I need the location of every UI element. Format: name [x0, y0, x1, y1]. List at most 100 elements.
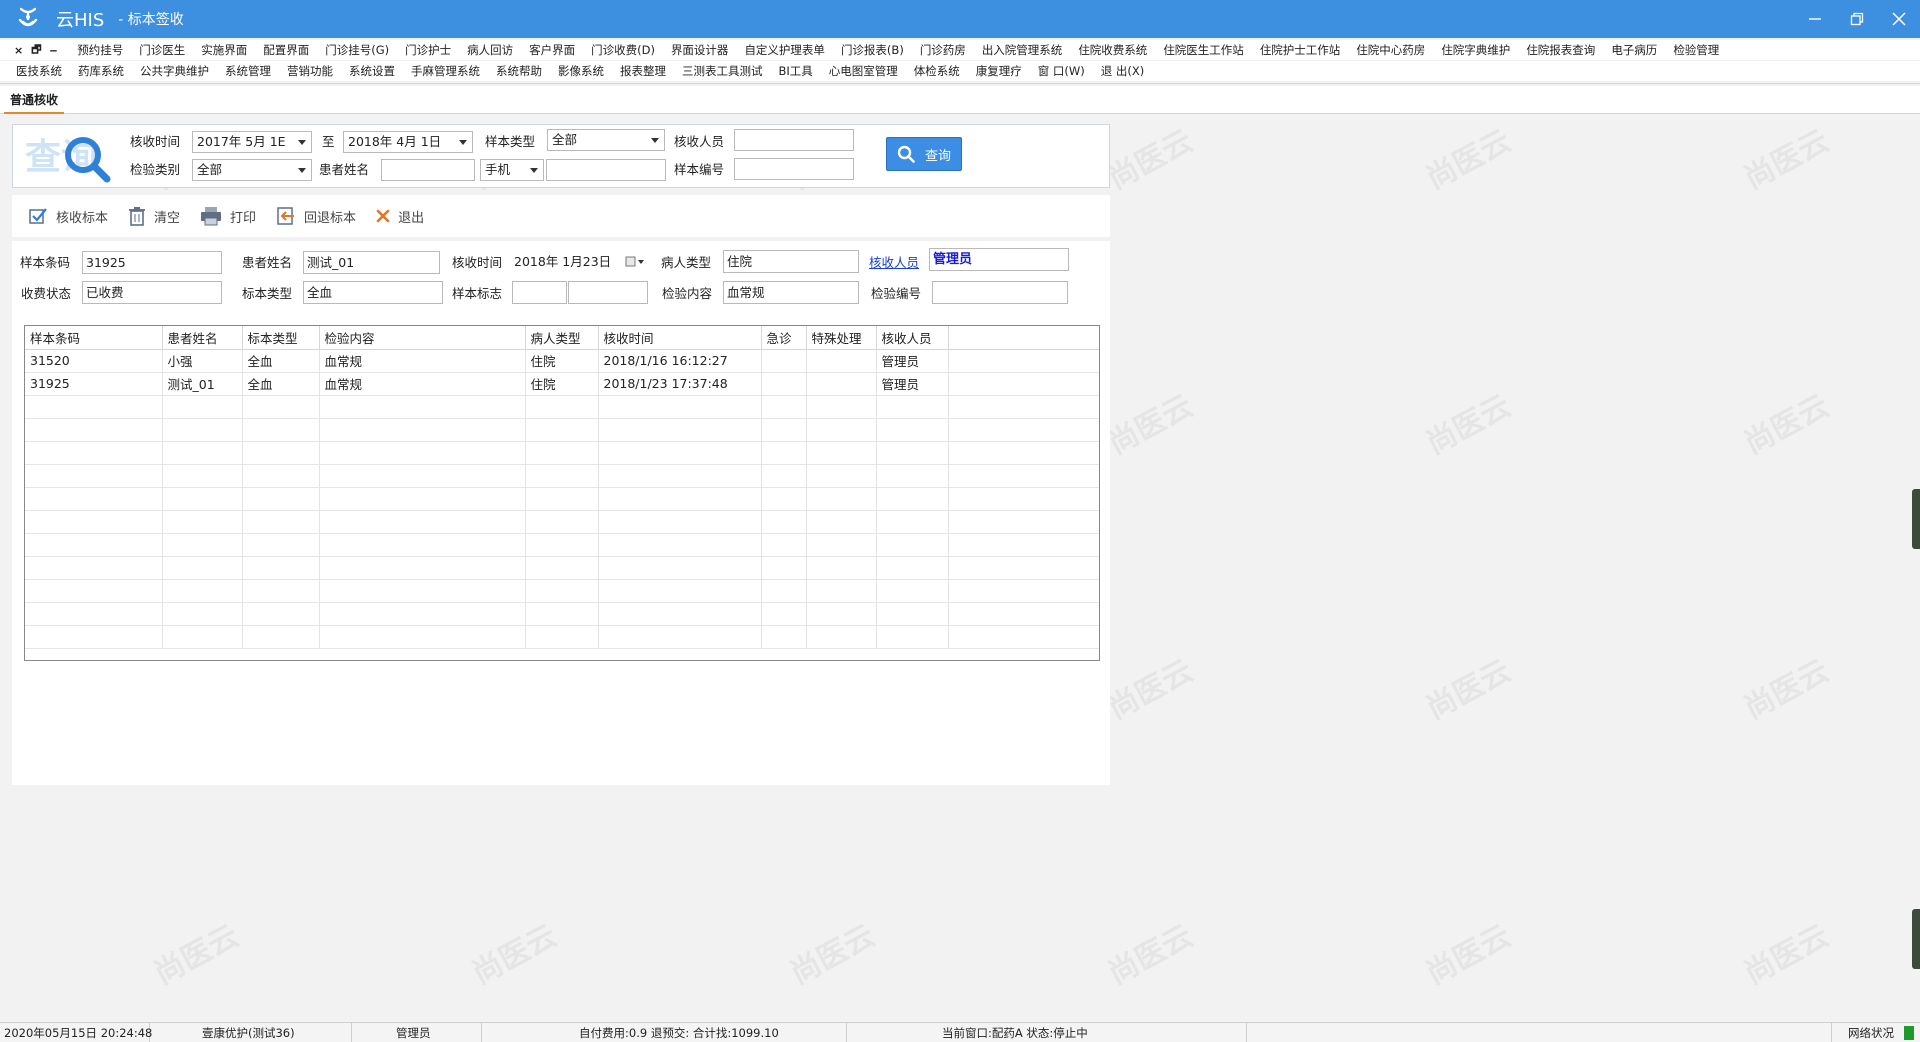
mdi-restore-button[interactable]: 🗗 [27, 41, 45, 60]
sample-flag-input-2[interactable] [568, 281, 648, 304]
return-sample-button[interactable]: 回退标本 [276, 206, 356, 226]
menu-item[interactable]: 病人回访 [459, 40, 521, 60]
menu-item[interactable]: 住院收费系统 [1070, 40, 1155, 60]
menu-item[interactable]: 住院字典维护 [1433, 40, 1518, 60]
restore-button[interactable] [1836, 0, 1878, 38]
date-from-picker[interactable]: 2017年 5月 1E [192, 131, 312, 153]
menu-item[interactable]: 配置界面 [255, 40, 317, 60]
menu-item[interactable]: 检验管理 [1665, 40, 1727, 60]
test-content-input[interactable]: 血常规 [723, 281, 859, 304]
menu-item[interactable]: 门诊护士 [397, 40, 459, 60]
sample-grid[interactable]: 样本条码 患者姓名 标本类型 检验内容 病人类型 核收时间 急诊 特殊处理 核收… [24, 325, 1100, 661]
menu-item[interactable]: 门诊挂号(G) [317, 40, 397, 60]
menu-item[interactable]: 心电图室管理 [821, 61, 906, 81]
menu-item[interactable]: 门诊医生 [131, 40, 193, 60]
table-row[interactable]: 31520 小强 全血 血常规 住院 2018/1/16 16:12:27 管理… [25, 349, 1099, 373]
watermark: 尚医云 [1738, 653, 1835, 727]
menu-item[interactable]: 住院护士工作站 [1252, 40, 1349, 60]
patient-type-input[interactable]: 住院 [723, 250, 859, 273]
menu-item[interactable]: 预约挂号 [69, 40, 131, 60]
column-header[interactable]: 样本条码 [25, 326, 163, 350]
menu-item[interactable]: 系统帮助 [488, 61, 550, 81]
date-to-picker[interactable]: 2018年 4月 1日 [343, 131, 473, 153]
menu-item[interactable]: 门诊收费(D) [583, 40, 663, 60]
sample-no-input[interactable] [734, 158, 854, 180]
empty-table-row [25, 441, 1099, 465]
menu-item[interactable]: 系统管理 [217, 61, 279, 81]
close-button[interactable] [1878, 0, 1920, 38]
detail-patient-name-input[interactable]: 测试_01 [303, 251, 440, 274]
menu-item[interactable]: 三测表工具测试 [674, 61, 771, 81]
menu-item[interactable]: 电子病历 [1603, 40, 1665, 60]
menu-item[interactable]: 报表整理 [612, 61, 674, 81]
menu-item[interactable]: 界面设计器 [663, 40, 737, 60]
menu-item[interactable]: 住院报表查询 [1518, 40, 1603, 60]
menu-item[interactable]: 营销功能 [279, 61, 341, 81]
column-header[interactable]: 标本类型 [242, 326, 320, 350]
fee-status-input[interactable]: 已收费 [82, 281, 222, 304]
specimen-type-input[interactable]: 全血 [303, 281, 443, 304]
sample-table: 样本条码 患者姓名 标本类型 检验内容 病人类型 核收时间 急诊 特殊处理 核收… [25, 326, 1099, 649]
exit-button[interactable]: 退出 [376, 207, 424, 226]
menu-item[interactable]: 门诊报表(B) [833, 40, 912, 60]
column-header[interactable]: 病人类型 [525, 326, 599, 350]
menu-item[interactable]: 影像系统 [550, 61, 612, 81]
menu-item[interactable]: 医技系统 [8, 61, 70, 81]
tab-strip: 普通核收 [0, 86, 1920, 114]
menu-item[interactable]: 系统设置 [341, 61, 403, 81]
barcode-input[interactable]: 31925 [82, 251, 222, 274]
table-cell [162, 602, 243, 626]
table-cell [525, 510, 599, 534]
detail-receive-time-picker[interactable]: 2018年 1月23日 [510, 250, 648, 273]
menu-item[interactable]: 实施界面 [193, 40, 255, 60]
phone-input[interactable] [546, 159, 666, 181]
menu-item[interactable]: 公共字典维护 [132, 61, 217, 81]
sample-flag-input-1[interactable] [512, 281, 567, 304]
table-row[interactable]: 31925 测试_01 全血 血常规 住院 2018/1/23 17:37:48… [25, 372, 1099, 396]
table-cell [876, 487, 949, 511]
menu-item[interactable]: 体检系统 [906, 61, 968, 81]
table-cell: 小强 [162, 349, 243, 373]
column-header[interactable]: 核收时间 [598, 326, 762, 350]
column-header[interactable]: 检验内容 [319, 326, 526, 350]
test-no-input[interactable] [932, 281, 1068, 304]
clear-button[interactable]: 清空 [128, 206, 180, 226]
minimize-button[interactable] [1794, 0, 1836, 38]
menu-item[interactable]: 自定义护理表单 [736, 40, 833, 60]
receive-sample-button[interactable]: 核收标本 [28, 206, 108, 226]
mdi-minimize-button[interactable]: ‒ [46, 44, 62, 57]
receiver-input[interactable] [734, 129, 854, 151]
menu-item[interactable]: 门诊药房 [912, 40, 974, 60]
side-dock-handle[interactable] [1912, 489, 1920, 549]
column-header[interactable]: 特殊处理 [806, 326, 877, 350]
column-header[interactable]: 急诊 [761, 326, 807, 350]
menu-item[interactable]: 住院中心药房 [1348, 40, 1433, 60]
side-dock-handle[interactable] [1912, 909, 1920, 969]
search-button-label: 查询 [924, 148, 951, 164]
mdi-close-button[interactable]: × [10, 44, 27, 57]
menu-item[interactable]: 手麻管理系统 [403, 61, 488, 81]
menu-item[interactable]: 药库系统 [70, 61, 132, 81]
watermark: 尚医云 [466, 918, 563, 992]
menu-item-exit[interactable]: 退 出(X) [1093, 61, 1153, 81]
print-button[interactable]: 打印 [200, 206, 256, 226]
test-category-select[interactable]: 全部 [192, 159, 312, 181]
menu-item[interactable]: 康复理疗 [968, 61, 1030, 81]
search-button[interactable]: 查询 [886, 137, 962, 171]
menu-item[interactable]: 客户界面 [521, 40, 583, 60]
menu-item[interactable]: 出入院管理系统 [974, 40, 1071, 60]
tab-normal-receive[interactable]: 普通核收 [4, 90, 65, 114]
menu-item-window[interactable]: 窗 口(W) [1030, 61, 1093, 81]
sample-type-select[interactable]: 全部 [547, 129, 665, 151]
phone-type-select[interactable]: 手机 [480, 159, 544, 181]
patient-name-input[interactable] [381, 159, 475, 181]
menu-item[interactable]: BI工具 [771, 61, 821, 81]
column-header[interactable]: 核收人员 [876, 326, 949, 350]
receiver-link[interactable]: 核收人员 [869, 253, 919, 273]
detail-receiver-input[interactable]: 管理员 [929, 248, 1069, 271]
column-header[interactable]: 患者姓名 [162, 326, 243, 350]
exit-label: 退出 [398, 210, 425, 226]
table-cell [525, 602, 599, 626]
table-cell [876, 625, 949, 649]
menu-item[interactable]: 住院医生工作站 [1155, 40, 1252, 60]
